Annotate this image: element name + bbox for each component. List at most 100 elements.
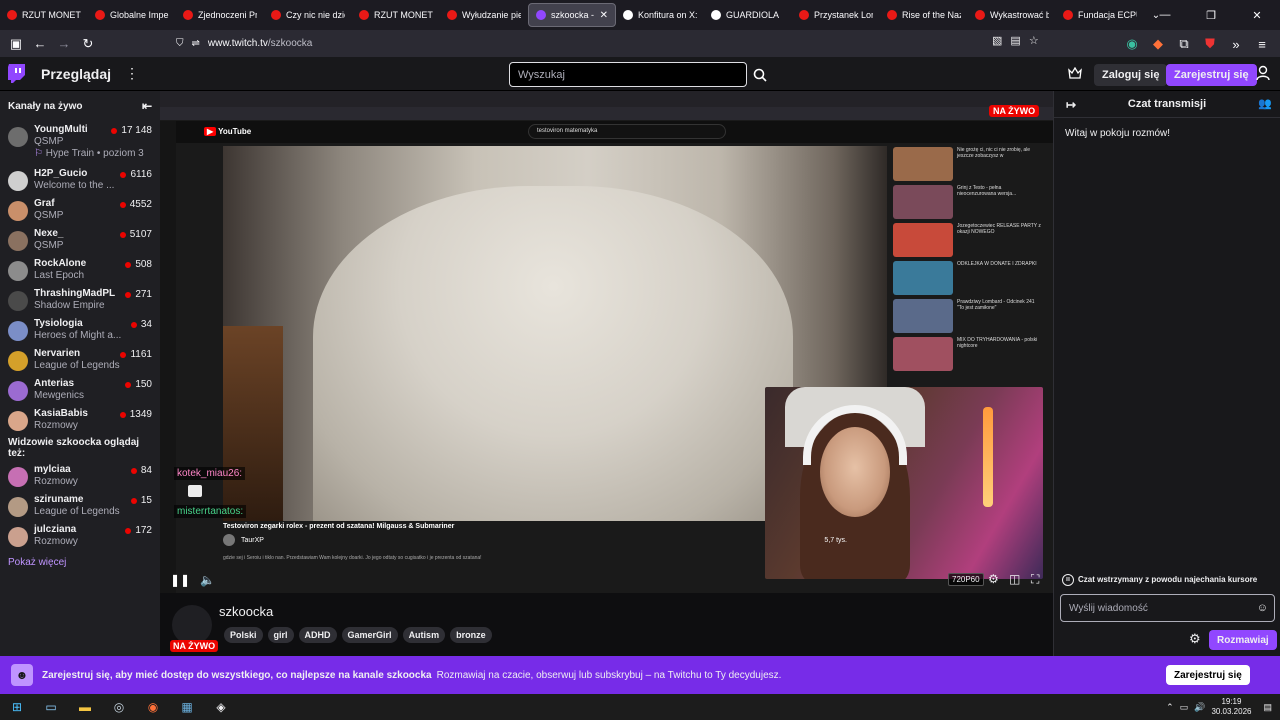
reload-icon[interactable]: ↻ (76, 32, 100, 56)
settings-gear-icon[interactable]: ⚙ (988, 572, 999, 586)
youtube-rec-thumbnail (893, 337, 953, 371)
browser-tab[interactable]: GUARDIOLA (704, 3, 792, 27)
collapse-chat-icon[interactable]: ↦ (1066, 98, 1076, 112)
sidebar-channel-item[interactable]: RockAlone Last Epoch 508 (0, 255, 160, 285)
search-button[interactable] (748, 62, 772, 87)
folder-icon[interactable]: ▬ (68, 694, 102, 720)
browser-tab[interactable]: Konfitura on X: " (616, 3, 704, 27)
sidebar-toggle-icon[interactable]: ▣ (4, 32, 28, 56)
forward-icon[interactable]: → (52, 32, 76, 56)
tab-close-icon[interactable]: ✕ (600, 10, 608, 21)
chat-paused-notice[interactable]: ıı Czat wstrzymany z powodu najechania k… (1062, 572, 1273, 587)
streamer-shirt (313, 186, 793, 521)
chat-settings-icon[interactable]: ⚙ (1189, 631, 1201, 647)
sidebar-channel-item[interactable]: sziruname League of Legends 15 (0, 491, 160, 521)
browser-tab[interactable]: Czy nic nie dziej (264, 3, 352, 27)
ublock-icon[interactable]: ⛊ (1198, 32, 1222, 56)
browser-tab[interactable]: Rise of the Nazis (880, 3, 968, 27)
close-window-icon[interactable]: ✕ (1234, 0, 1280, 30)
channel-avatar (8, 261, 28, 281)
browser-tab[interactable]: Wykastrować bez (968, 3, 1056, 27)
theatre-mode-icon[interactable]: ◫ (1009, 572, 1020, 586)
bookmark-star-icon[interactable]: ☆ (1029, 34, 1039, 47)
prime-crown-icon[interactable] (1068, 66, 1082, 84)
emote-picker-icon[interactable]: ☺ (1257, 602, 1268, 614)
explorer-app-icon[interactable]: ▭ (34, 694, 68, 720)
chat-title: Czat transmisji (1127, 98, 1207, 110)
video-player[interactable]: ▶ YouTube testoviron matematyka Nie grożę… (160, 91, 1053, 593)
browser-tab[interactable]: Fundacja ECPU P (1056, 3, 1144, 27)
browser-tab[interactable]: RZUT MONETĄ I (352, 3, 440, 27)
sidebar-channel-item[interactable]: ThrashingMadPL Shadow Empire 271 (0, 285, 160, 315)
signup-banner: ☻ Zarejestruj się, aby mieć dostęp do ws… (0, 656, 1280, 694)
pause-icon[interactable]: ❚❚ (170, 573, 190, 587)
steam-icon[interactable]: ◎ (102, 694, 136, 720)
app-icon[interactable]: ◈ (204, 694, 238, 720)
firefox-icon[interactable]: ◉ (136, 694, 170, 720)
search-input[interactable]: Wyszukaj (509, 62, 747, 87)
sidebar-channel-item[interactable]: Nexe_ QSMP 5107 (0, 225, 160, 255)
channel-tag[interactable]: bronze (450, 627, 492, 643)
sidebar-channel-item[interactable]: julcziana Rozmowy 172 (0, 521, 160, 551)
login-button[interactable]: Zaloguj się (1094, 64, 1168, 86)
more-options-icon[interactable]: ⋮ (125, 65, 139, 82)
tray-chevron-icon[interactable]: ⌃ (1166, 702, 1174, 713)
clock[interactable]: 19:19 30.03.2026 (1211, 697, 1251, 717)
mute-icon[interactable]: 🔈 (200, 573, 215, 587)
browser-tab[interactable]: RZUT MONETĄ I (0, 3, 88, 27)
collapse-sidebar-icon[interactable]: ⇤ (142, 99, 152, 113)
browse-link[interactable]: Przeglądaj (41, 66, 111, 82)
browser-tab[interactable]: szkoocka - Tw ✕ (528, 3, 616, 27)
start-icon[interactable]: ⊞ (0, 694, 34, 720)
minimize-icon[interactable]: — (1142, 0, 1188, 30)
youtube-rec-item: Prawdziwy Lombard - Odcinek 241 "To jest… (893, 299, 1041, 336)
quality-badge[interactable]: 720P60 (948, 573, 984, 586)
channel-tag[interactable]: ADHD (298, 627, 337, 643)
restore-icon[interactable]: ❐ (1188, 0, 1234, 30)
sidebar-channel-item[interactable]: YoungMulti QSMP ⚐ Hype Train • poziom 3 … (0, 121, 160, 165)
chat-message-input[interactable]: Wyślij wiadomość ☺ (1060, 594, 1275, 622)
vpn-icon[interactable]: ◉ (1120, 32, 1144, 56)
channel-tag[interactable]: GamerGirl (341, 627, 398, 643)
sidebar-channel-game: Mewgenics (34, 390, 85, 401)
browser-tab[interactable]: Globalne Imperi (88, 3, 176, 27)
twitch-logo-icon[interactable] (8, 63, 25, 84)
community-icon[interactable]: 👥 (1258, 97, 1272, 110)
channel-avatar[interactable] (172, 605, 212, 645)
channel-name[interactable]: szkoocka (219, 604, 273, 619)
fullscreen-icon[interactable]: ⛶ (1031, 572, 1039, 587)
banner-signup-button[interactable]: Zarejestruj się (1166, 665, 1250, 685)
show-more-link[interactable]: Pokaż więcej (0, 551, 160, 574)
extensions-icon[interactable]: ⧉ (1172, 32, 1196, 56)
browser-tab[interactable]: Zjednoczeni Prze (176, 3, 264, 27)
sidebar-channel-name: ThrashingMadPL (34, 288, 116, 299)
sidebar-channel-item[interactable]: Anterias Mewgenics 150 (0, 375, 160, 405)
reader-icon[interactable]: ▤ (1010, 34, 1020, 47)
chat-send-button[interactable]: Rozmawiaj (1209, 630, 1277, 650)
calculator-icon[interactable]: ▦ (170, 694, 204, 720)
network-icon[interactable]: ▭ (1180, 702, 1189, 713)
channel-tag[interactable]: Autism (402, 627, 446, 643)
back-icon[interactable]: ← (28, 32, 52, 56)
overflow-icon[interactable]: » (1224, 32, 1248, 56)
firefox-account-icon[interactable]: ◆ (1146, 32, 1170, 56)
channel-tag[interactable]: girl (267, 627, 294, 643)
signup-button[interactable]: Zarejestruj się (1166, 64, 1257, 86)
user-menu-icon[interactable] (1256, 65, 1270, 86)
tab-favicon-icon (183, 10, 193, 20)
menu-icon[interactable]: ≡ (1250, 32, 1274, 56)
sidebar-channel-item[interactable]: KasiaBabis Rozmowy 1349 (0, 405, 160, 435)
sidebar-channel-item[interactable]: Tysiologia Heroes of Might a... 34 (0, 315, 160, 345)
sidebar-channel-game: QSMP (34, 210, 64, 221)
notifications-icon[interactable]: ▤ (1263, 702, 1272, 713)
sidebar-channel-item[interactable]: H2P_Gucio Welcome to the ... 6116 (0, 165, 160, 195)
channel-tag[interactable]: Polski (224, 627, 263, 643)
url-bar[interactable]: ⛉ ⇌ www.twitch.tv/szkoocka (176, 32, 1046, 55)
sidebar-channel-item[interactable]: Graf QSMP 4552 (0, 195, 160, 225)
browser-tab[interactable]: Wyłudzanie pien (440, 3, 528, 27)
browser-tab[interactable]: Przystanek Lomb (792, 3, 880, 27)
image-icon[interactable]: ▧ (992, 34, 1002, 47)
sidebar-channel-item[interactable]: mylciaa Rozmowy 84 (0, 461, 160, 491)
volume-icon[interactable]: 🔊 (1194, 702, 1205, 713)
sidebar-channel-item[interactable]: Nervarien League of Legends 1161 (0, 345, 160, 375)
